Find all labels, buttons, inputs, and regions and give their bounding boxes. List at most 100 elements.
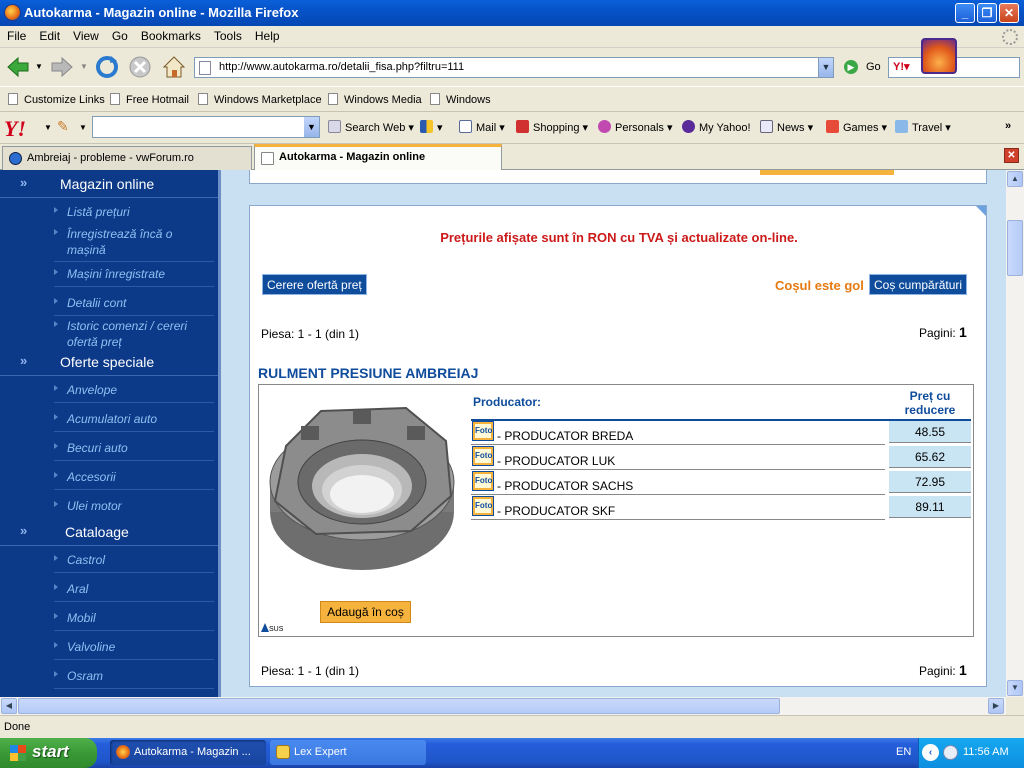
sidebar-item-aral[interactable]: Aral	[0, 581, 218, 602]
back-to-top-link[interactable]: SUS	[261, 623, 283, 633]
taskbar-item-autokarma[interactable]: Autokarma - Magazin ...	[110, 740, 266, 765]
scroll-down-icon[interactable]: ▼	[1007, 680, 1023, 696]
sidebar-item-anvelope[interactable]: Anvelope	[0, 382, 218, 403]
piece-count-bottom: Piesa: 1 - 1 (din 1)	[261, 664, 360, 678]
scroll-up-icon[interactable]: ▲	[1007, 171, 1023, 187]
orange-button-fragment[interactable]	[760, 170, 894, 175]
search-engine-logo	[921, 38, 957, 74]
address-dropdown-icon[interactable]: ▼	[818, 58, 833, 77]
pencil-dropdown-icon[interactable]: ▼	[79, 123, 87, 132]
travel-button[interactable]: Travel ▾	[895, 120, 951, 134]
price-cell: 65.62	[889, 446, 971, 468]
sidebar-section-cataloage[interactable]: » Cataloage	[0, 520, 218, 546]
games-button[interactable]: Games ▾	[826, 120, 887, 134]
restore-button[interactable]: ❐	[977, 3, 997, 23]
tray-expand-icon[interactable]: ‹	[922, 744, 939, 761]
link-customize-links[interactable]: Customize Links	[8, 93, 105, 106]
sidebar-item-mobil[interactable]: Mobil	[0, 610, 218, 631]
scroll-thumb[interactable]	[18, 698, 780, 714]
forward-dropdown-icon[interactable]: ▼	[80, 62, 88, 71]
product-image[interactable]	[261, 386, 463, 576]
forward-icon[interactable]	[48, 53, 76, 81]
tab-autokarma[interactable]: Autokarma - Magazin online	[254, 144, 502, 170]
menu-edit[interactable]: Edit	[32, 26, 66, 43]
tray-app-icon[interactable]	[943, 745, 958, 760]
sidebar-item-lista-preturi[interactable]: Listă prețuri	[0, 204, 218, 224]
sidebar-item-castrol[interactable]: Castrol	[0, 552, 218, 573]
add-to-cart-button[interactable]: Adaugă în coș	[320, 601, 411, 623]
link-windows-media[interactable]: Windows Media	[328, 93, 422, 106]
toolbar-overflow-icon[interactable]: »	[1005, 120, 1011, 132]
sidebar-section-magazin-online[interactable]: » Magazin online	[0, 172, 218, 198]
sidebar-item-osram[interactable]: Osram	[0, 668, 218, 689]
scroll-left-icon[interactable]: ◀	[1, 698, 17, 714]
home-icon[interactable]	[160, 53, 188, 81]
page-link[interactable]: 1	[959, 662, 967, 678]
sidebar-item-inregistreaza-masina[interactable]: Înregistrează încă o mașină	[0, 226, 218, 262]
scroll-thumb[interactable]	[1007, 220, 1023, 276]
yahoo-search-input[interactable]: ▼	[92, 116, 320, 138]
sidebar-item-accesorii[interactable]: Accesorii	[0, 469, 218, 490]
link-windows-marketplace[interactable]: Windows Marketplace	[198, 93, 322, 106]
page-link[interactable]: 1	[959, 324, 967, 340]
menu-go[interactable]: Go	[105, 26, 134, 43]
shield-button[interactable]: ▾	[420, 120, 443, 134]
menu-bookmarks[interactable]: Bookmarks	[134, 26, 207, 43]
request-offer-button[interactable]: Cerere ofertă preț	[262, 274, 367, 295]
stop-icon[interactable]	[126, 53, 154, 81]
reload-icon[interactable]	[93, 53, 121, 81]
language-indicator[interactable]: EN	[896, 746, 911, 758]
menu-file[interactable]: File	[0, 26, 32, 43]
address-url: http://www.autokarma.ro/detalii_fisa.php…	[219, 61, 465, 73]
sidebar-item-istoric-comenzi[interactable]: Istoric comenzi / cereri ofertă preț	[0, 318, 218, 352]
scroll-right-icon[interactable]: ▶	[988, 698, 1004, 714]
close-button[interactable]: ✕	[999, 3, 1019, 23]
photo-icon[interactable]: Foto	[472, 496, 494, 516]
scroll-corner	[1006, 697, 1024, 715]
shopping-button[interactable]: Shopping ▾	[516, 120, 588, 134]
news-button[interactable]: News ▾	[760, 120, 813, 134]
sidebar-item-becuri-auto[interactable]: Becuri auto	[0, 440, 218, 461]
menu-tools[interactable]: Tools	[207, 26, 248, 43]
sidebar-item-masini-inregistrate[interactable]: Mașini înregistrate	[0, 266, 218, 287]
sidebar-item-valvoline[interactable]: Valvoline	[0, 639, 218, 660]
link-free-hotmail[interactable]: Free Hotmail	[110, 93, 189, 106]
back-dropdown-icon[interactable]: ▼	[35, 62, 43, 71]
address-bar[interactable]: http://www.autokarma.ro/detalii_fisa.php…	[194, 57, 834, 78]
chevron-down-icon[interactable]: ▼	[304, 117, 319, 137]
pencil-icon[interactable]: ✎	[57, 118, 69, 135]
go-button[interactable]: ▶ Go	[842, 59, 887, 77]
vertical-scrollbar[interactable]: ▲ ▼	[1006, 170, 1024, 697]
minimize-button[interactable]: _	[955, 3, 975, 23]
sidebar-item-detalii-cont[interactable]: Detalii cont	[0, 295, 218, 316]
taskbar-item-lex-expert[interactable]: Lex Expert	[270, 740, 426, 765]
mail-button[interactable]: Mail ▾	[459, 120, 505, 134]
sidebar-item-acumulatori-auto[interactable]: Acumulatori auto	[0, 411, 218, 432]
menu-view[interactable]: View	[66, 26, 105, 43]
photo-icon[interactable]: Foto	[472, 421, 494, 441]
photo-icon[interactable]: Foto	[472, 471, 494, 491]
close-tab-icon[interactable]: ✕	[1004, 148, 1019, 163]
separator	[54, 659, 214, 660]
menu-help[interactable]: Help	[248, 26, 286, 43]
start-button[interactable]: start	[0, 738, 97, 768]
tab-vwforum[interactable]: Ambreiaj - probleme - vwForum.ro	[2, 146, 252, 170]
photo-icon[interactable]: Foto	[472, 446, 494, 466]
sidebar-item-ulei-motor[interactable]: Ulei motor	[0, 498, 218, 518]
bullet-icon	[54, 321, 58, 327]
link-windows[interactable]: Windows	[430, 93, 491, 106]
search-web-button[interactable]: Search Web ▾	[328, 120, 414, 134]
sidebar-section-oferte-speciale[interactable]: » Oferte speciale	[0, 350, 218, 376]
personals-button[interactable]: Personals ▾	[598, 120, 673, 134]
horizontal-scrollbar[interactable]: ◀ ▶	[0, 697, 1006, 715]
bullet-icon	[54, 443, 58, 449]
bullet-icon	[54, 269, 58, 275]
cart-button[interactable]: Coș cumpărături	[869, 274, 968, 295]
my-yahoo-button[interactable]: My Yahoo!	[682, 120, 751, 134]
pagination: Pagini: 1	[919, 324, 967, 340]
yahoo-menu-dropdown-icon[interactable]: ▼	[44, 123, 52, 132]
title-bar: Autokarma - Magazin online - Mozilla Fir…	[0, 0, 1024, 26]
back-icon[interactable]	[4, 53, 32, 81]
yahoo-logo-icon[interactable]: Y!	[4, 116, 26, 142]
yahoo-search-engine-icon[interactable]: Y!▾	[893, 60, 910, 73]
